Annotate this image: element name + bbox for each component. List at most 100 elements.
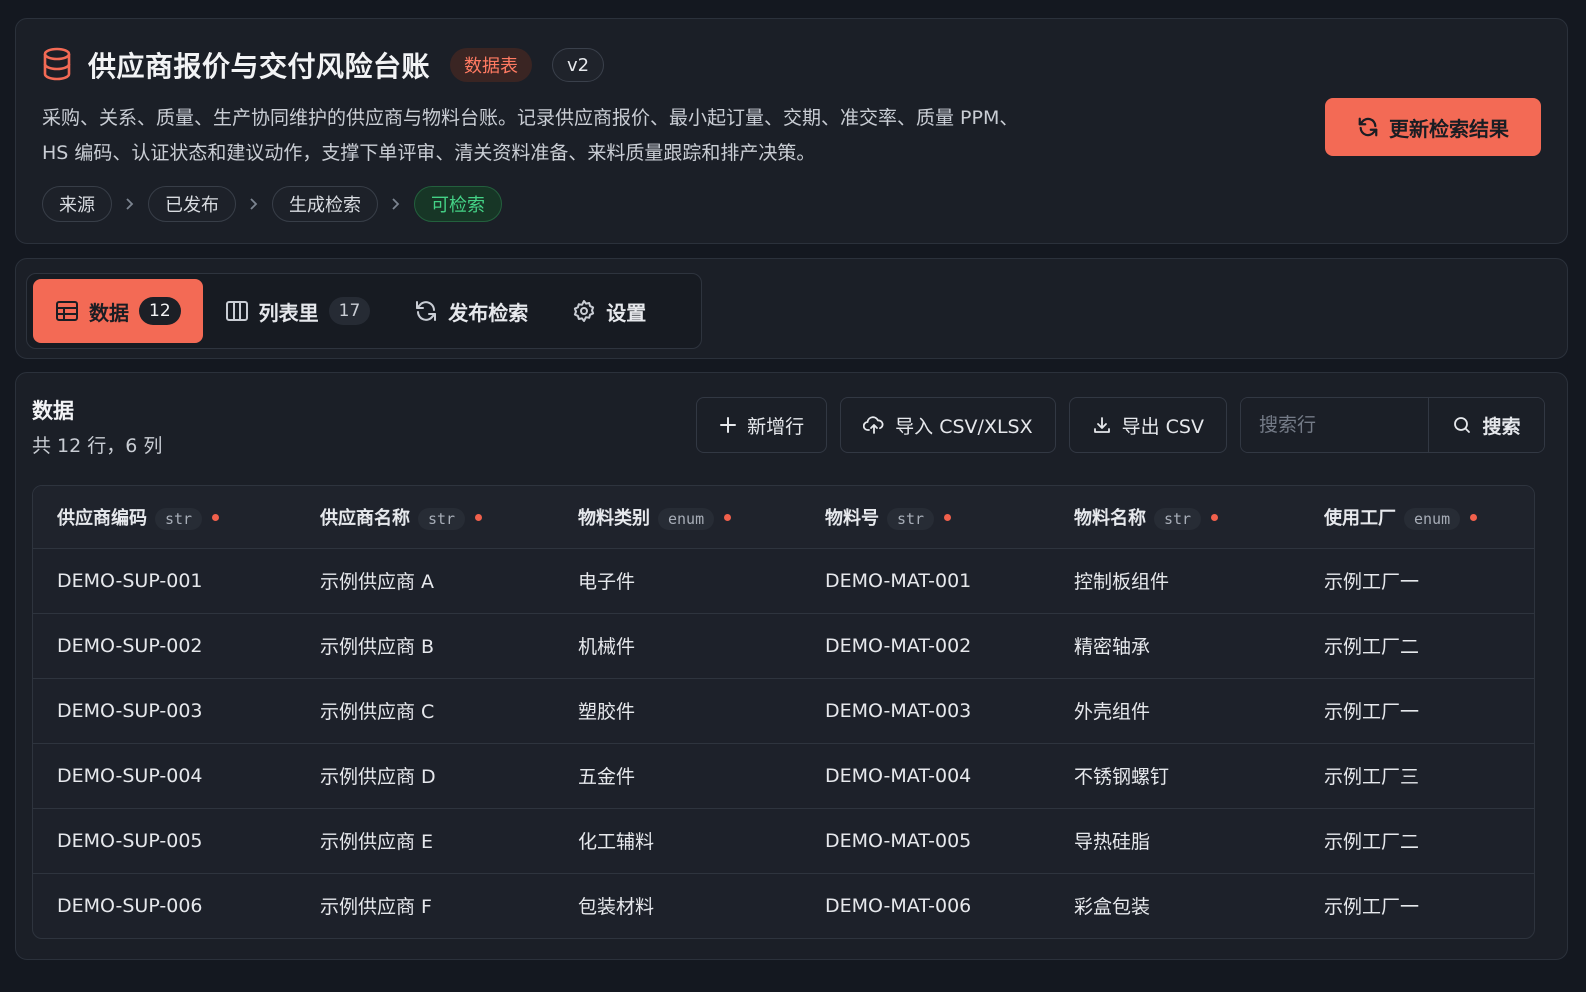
import-button[interactable]: 导入 CSV/XLSX (840, 397, 1056, 453)
table-cell[interactable]: 电子件 (554, 548, 801, 613)
search-group: 搜索 (1240, 397, 1545, 453)
table-cell[interactable]: DEMO-MAT-005 (801, 808, 1050, 873)
tab-data[interactable]: 数据 12 (33, 279, 203, 343)
type-tag: enum (658, 507, 715, 530)
required-dot (724, 513, 732, 521)
table-cell[interactable]: 塑胶件 (554, 678, 801, 743)
table-cell[interactable]: 精密轴承 (1050, 613, 1300, 678)
type-tag: enum (1404, 507, 1461, 530)
plus-icon (719, 416, 737, 434)
column-header[interactable]: 供应商编码 str (33, 486, 296, 548)
refresh-icon (1357, 116, 1379, 138)
export-label: 导出 CSV (1121, 415, 1204, 438)
table-row[interactable]: DEMO-SUP-001 示例供应商 A 电子件 DEMO-MAT-001 控制… (33, 548, 1534, 613)
table-cell[interactable]: DEMO-SUP-004 (33, 743, 296, 808)
data-toolbar: 新增行 导入 CSV/XLSX 导出 CSV 搜索行 搜索 (696, 397, 1545, 453)
search-button[interactable]: 搜索 (1429, 398, 1544, 452)
tab-label: 列表里 (258, 300, 319, 325)
header-row: 供应商编码 str 供应商名称 str 物料类别 enum 物料号 str 物料名称 st… (33, 486, 1534, 548)
table-cell[interactable]: DEMO-MAT-001 (801, 548, 1050, 613)
chevron-right-icon (248, 197, 260, 211)
column-header[interactable]: 供应商名称 str (296, 486, 554, 548)
data-table: 供应商编码 str 供应商名称 str 物料类别 enum 物料号 str 物料名称 st… (33, 486, 1534, 938)
cloud-upload-icon (863, 416, 885, 434)
tab-bar: 数据 12 列表里 17 发布检索 设置 (26, 273, 702, 349)
table-cell[interactable]: DEMO-SUP-006 (33, 873, 296, 938)
column-header[interactable]: 使用工厂 enum (1300, 486, 1534, 548)
tab-publish-index[interactable]: 发布检索 (392, 279, 550, 343)
table-cell[interactable]: DEMO-SUP-005 (33, 808, 296, 873)
import-label: 导入 CSV/XLSX (895, 415, 1033, 438)
tab-label: 设置 (606, 300, 647, 325)
export-csv-button[interactable]: 导出 CSV (1068, 397, 1227, 453)
database-icon (42, 47, 74, 83)
table-row[interactable]: DEMO-SUP-003 示例供应商 C 塑胶件 DEMO-MAT-003 外壳… (33, 678, 1534, 743)
type-tag: str (418, 507, 466, 530)
header-card: 供应商报价与交付风险台账 数据表 v2 采购、关系、质量、生产协同维护的供应商与… (15, 18, 1568, 244)
step-published: 已发布 (148, 186, 236, 222)
column-header[interactable]: 物料号 str (801, 486, 1050, 548)
refresh-label: 更新检索结果 (1389, 116, 1509, 141)
table-row[interactable]: DEMO-SUP-005 示例供应商 E 化工辅料 DEMO-MAT-005 导… (33, 808, 1534, 873)
section-title: 数据 (32, 399, 74, 423)
table-cell[interactable]: 示例工厂一 (1300, 873, 1534, 938)
table-cell[interactable]: 化工辅料 (554, 808, 801, 873)
table-cell[interactable]: 示例工厂二 (1300, 613, 1534, 678)
description-line: HS 编码、认证状态和建议动作，支撑下单评审、清关资料准备、来料质量跟踪和排产决… (42, 142, 816, 164)
table-cell[interactable]: DEMO-SUP-003 (33, 678, 296, 743)
table-cell[interactable]: 示例供应商 B (296, 613, 554, 678)
table-cell[interactable]: DEMO-SUP-002 (33, 613, 296, 678)
pipeline-steps: 来源 已发布 生成检索 可检索 (42, 186, 502, 222)
table-cell[interactable]: 包装材料 (554, 873, 801, 938)
table-cell[interactable]: DEMO-MAT-002 (801, 613, 1050, 678)
table-cell[interactable]: 示例供应商 D (296, 743, 554, 808)
table-cell[interactable]: 机械件 (554, 613, 801, 678)
required-dot (212, 513, 220, 521)
table-cell[interactable]: 示例工厂三 (1300, 743, 1534, 808)
table-row[interactable]: DEMO-SUP-006 示例供应商 F 包装材料 DEMO-MAT-006 彩… (33, 873, 1534, 938)
table-cell[interactable]: 示例工厂一 (1300, 548, 1534, 613)
table-body: DEMO-SUP-001 示例供应商 A 电子件 DEMO-MAT-001 控制… (33, 548, 1534, 938)
table-cell[interactable]: DEMO-MAT-003 (801, 678, 1050, 743)
table-cell[interactable]: 示例工厂二 (1300, 808, 1534, 873)
column-header[interactable]: 物料名称 str (1050, 486, 1300, 548)
type-tag: str (1154, 507, 1202, 530)
table-cell[interactable]: 示例供应商 E (296, 808, 554, 873)
columns-icon (225, 300, 249, 322)
download-icon (1092, 415, 1112, 435)
table-header: 供应商编码 str 供应商名称 str 物料类别 enum 物料号 str 物料名称 st… (33, 486, 1534, 548)
type-tag: str (155, 507, 203, 530)
column-header[interactable]: 物料类别 enum (554, 486, 801, 548)
refresh-results-button[interactable]: 更新检索结果 (1325, 98, 1541, 156)
add-row-button[interactable]: 新增行 (696, 397, 828, 453)
table-cell[interactable]: 五金件 (554, 743, 801, 808)
required-dot (1211, 513, 1219, 521)
table-cell[interactable]: 示例供应商 A (296, 548, 554, 613)
tab-columns[interactable]: 列表里 17 (203, 279, 393, 343)
search-icon (1452, 415, 1472, 435)
table-cell[interactable]: 彩盒包装 (1050, 873, 1300, 938)
tabs-card: 数据 12 列表里 17 发布检索 设置 (15, 258, 1568, 359)
table-cell[interactable]: 控制板组件 (1050, 548, 1300, 613)
table-cell[interactable]: 导热硅脂 (1050, 808, 1300, 873)
table-cell[interactable]: DEMO-SUP-001 (33, 548, 296, 613)
table-cell[interactable]: 示例工厂一 (1300, 678, 1534, 743)
tab-count-badge: 12 (139, 297, 181, 325)
table-row[interactable]: DEMO-SUP-002 示例供应商 B 机械件 DEMO-MAT-002 精密… (33, 613, 1534, 678)
table-cell[interactable]: 不锈钢螺钉 (1050, 743, 1300, 808)
table-cell[interactable]: 外壳组件 (1050, 678, 1300, 743)
table-cell[interactable]: DEMO-MAT-004 (801, 743, 1050, 808)
tab-label: 发布检索 (448, 300, 529, 325)
table-row[interactable]: DEMO-SUP-004 示例供应商 D 五金件 DEMO-MAT-004 不锈… (33, 743, 1534, 808)
table-cell[interactable]: 示例供应商 C (296, 678, 554, 743)
tab-settings[interactable]: 设置 (550, 279, 668, 343)
version-badge: v2 (552, 48, 605, 82)
sync-icon (414, 299, 438, 323)
required-dot (944, 513, 952, 521)
table-cell[interactable]: 示例供应商 F (296, 873, 554, 938)
data-card: 数据 共 12 行，6 列 新增行 导入 CSV/XLSX 导出 CSV 搜索行… (15, 372, 1568, 960)
row-search-input[interactable] (1241, 398, 1429, 452)
search-label: 搜索 (1482, 415, 1521, 438)
table-cell[interactable]: DEMO-MAT-006 (801, 873, 1050, 938)
chevron-right-icon (124, 197, 136, 211)
